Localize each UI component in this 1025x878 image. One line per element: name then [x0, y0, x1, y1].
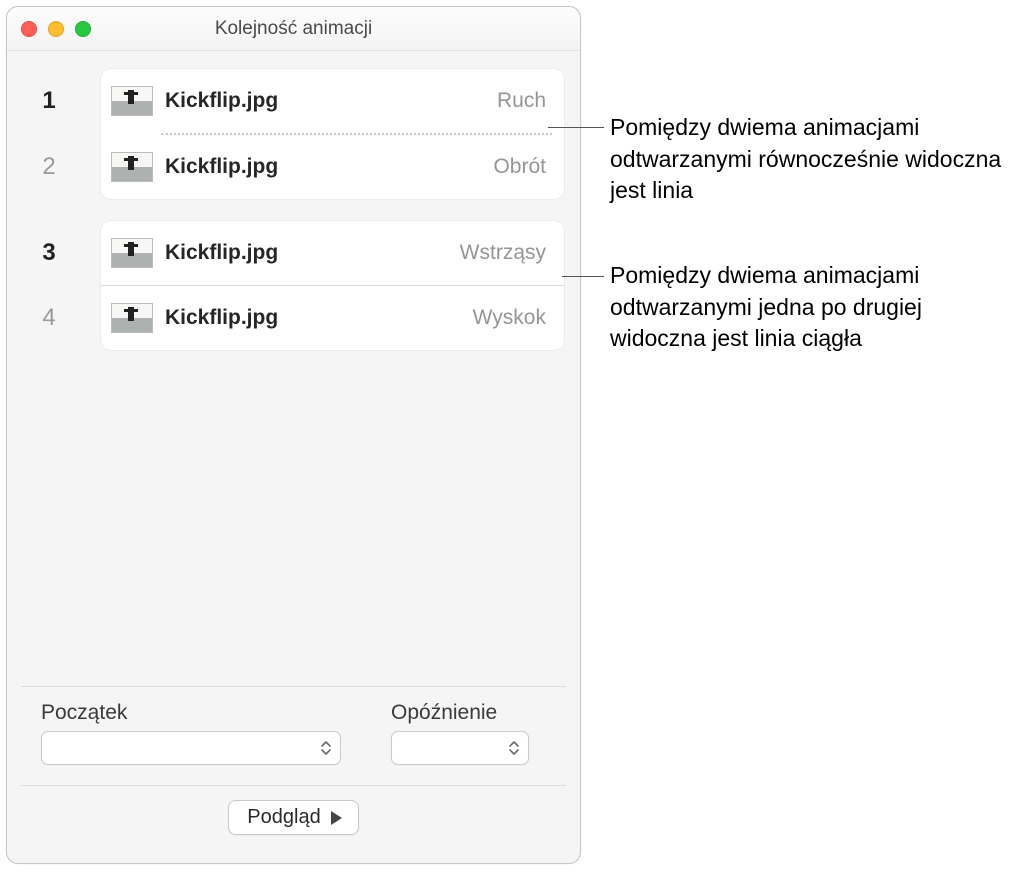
- close-button[interactable]: [21, 21, 37, 37]
- row-number: 3: [29, 221, 69, 285]
- preview-button[interactable]: Podgląd: [228, 800, 358, 835]
- row-content: Kickflip.jpg Wstrząsy: [101, 221, 564, 285]
- row-content: Kickflip.jpg Ruch: [101, 69, 564, 133]
- delay-stepper[interactable]: [391, 731, 529, 765]
- thumbnail-icon: [111, 86, 153, 116]
- titlebar: Kolejność animacji: [7, 7, 580, 51]
- animation-row[interactable]: 3 Kickflip.jpg Wstrząsy: [101, 221, 564, 285]
- row-number: 4: [29, 286, 69, 350]
- play-icon: [331, 811, 342, 825]
- callout-text: Pomiędzy dwiema animacjami odtwarzanymi …: [610, 112, 1020, 207]
- thumbnail-icon: [111, 303, 153, 333]
- file-name: Kickflip.jpg: [165, 155, 493, 179]
- window-title: Kolejność animacji: [7, 18, 580, 40]
- delay-control: Opóźnienie: [391, 701, 529, 765]
- file-name: Kickflip.jpg: [165, 306, 473, 330]
- preview-button-label: Podgląd: [247, 806, 320, 829]
- start-label: Początek: [41, 701, 341, 725]
- content-area: 1 Kickflip.jpg Ruch 2 Kickflip.jpg Obrót: [7, 51, 580, 863]
- row-content: Kickflip.jpg Wyskok: [101, 286, 564, 350]
- row-number: 1: [29, 69, 69, 133]
- traffic-lights: [21, 21, 91, 37]
- animation-list: 1 Kickflip.jpg Ruch 2 Kickflip.jpg Obrót: [21, 69, 566, 686]
- animation-group: 3 Kickflip.jpg Wstrząsy 4 Kickflip.jpg W…: [101, 221, 564, 350]
- row-number: 2: [29, 135, 69, 199]
- thumbnail-icon: [111, 152, 153, 182]
- animation-group: 1 Kickflip.jpg Ruch 2 Kickflip.jpg Obrót: [101, 69, 564, 199]
- start-control: Początek: [41, 701, 341, 765]
- file-name: Kickflip.jpg: [165, 241, 460, 265]
- start-dropdown[interactable]: [41, 731, 341, 765]
- chevron-up-down-icon: [316, 735, 336, 761]
- effect-name: Obrót: [493, 155, 546, 179]
- animation-row[interactable]: 4 Kickflip.jpg Wyskok: [101, 286, 564, 350]
- animation-row[interactable]: 2 Kickflip.jpg Obrót: [101, 135, 564, 199]
- minimize-button[interactable]: [48, 21, 64, 37]
- animation-order-window: Kolejność animacji 1 Kickflip.jpg Ruch 2: [6, 6, 581, 864]
- effect-name: Wyskok: [473, 306, 546, 330]
- stepper-arrows-icon: [504, 735, 524, 761]
- effect-name: Ruch: [497, 89, 546, 113]
- thumbnail-icon: [111, 238, 153, 268]
- footer-controls: Początek Opóźnienie: [21, 686, 566, 853]
- preview-row: Podgląd: [41, 786, 546, 849]
- effect-name: Wstrząsy: [460, 241, 546, 265]
- animation-row[interactable]: 1 Kickflip.jpg Ruch: [101, 69, 564, 133]
- row-content: Kickflip.jpg Obrót: [101, 135, 564, 199]
- file-name: Kickflip.jpg: [165, 89, 497, 113]
- callout-text: Pomiędzy dwiema animacjami odtwarzanymi …: [610, 260, 1020, 355]
- delay-label: Opóźnienie: [391, 701, 529, 725]
- zoom-button[interactable]: [75, 21, 91, 37]
